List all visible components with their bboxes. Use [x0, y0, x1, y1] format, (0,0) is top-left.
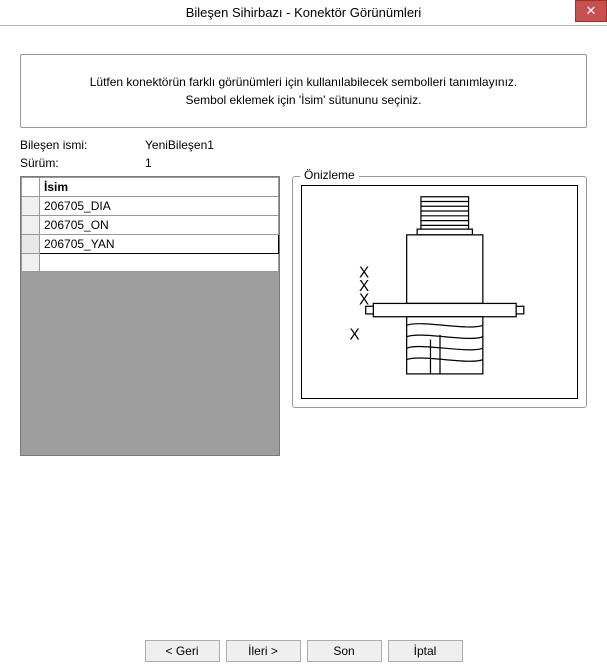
table-row[interactable]: 206705_ON [22, 216, 279, 235]
close-button[interactable]: ✕ [575, 0, 607, 22]
grid-header-name[interactable]: İsim [40, 178, 279, 197]
component-name-label: Bileşen ismi: [20, 138, 145, 152]
cell-name[interactable]: 206705_ON [40, 216, 279, 235]
preview-panel: X X X X [292, 176, 587, 408]
finish-button[interactable]: Son [307, 640, 382, 662]
preview-title: Önizleme [300, 168, 359, 182]
cell-name[interactable]: 206705_YAN [40, 235, 279, 254]
connector-side-view-icon: X X X X [320, 192, 560, 392]
instruction-line-2: Sembol eklemek için 'İsim' sütununu seçi… [41, 91, 566, 109]
symbols-grid[interactable]: İsim 206705_DIA 206705_ON 206705_YAN [20, 176, 280, 456]
cell-name[interactable]: 206705_DIA [40, 197, 279, 216]
svg-text:X: X [349, 327, 359, 344]
row-header[interactable] [22, 235, 40, 254]
preview-image: X X X X [301, 185, 578, 399]
version-value: 1 [145, 156, 152, 170]
close-icon: ✕ [586, 3, 597, 19]
row-header[interactable] [22, 254, 40, 272]
back-button[interactable]: < Geri [145, 640, 220, 662]
instructions-panel: Lütfen konektörün farklı görünümleri içi… [20, 54, 587, 128]
row-header[interactable] [22, 216, 40, 235]
table-row[interactable]: 206705_DIA [22, 197, 279, 216]
grid-corner [22, 178, 40, 197]
version-label: Sürüm: [20, 156, 145, 170]
window-title: Bileşen Sihirbazı - Konektör Görünümleri [0, 5, 607, 20]
component-name-value: YeniBileşen1 [145, 138, 214, 152]
instruction-line-1: Lütfen konektörün farklı görünümleri içi… [41, 73, 566, 91]
table-row-selected[interactable]: 206705_YAN [22, 235, 279, 254]
wizard-button-bar: < Geri İleri > Son İptal [0, 640, 607, 662]
row-header[interactable] [22, 197, 40, 216]
cancel-button[interactable]: İptal [388, 640, 463, 662]
cell-name[interactable] [40, 254, 279, 272]
table-row[interactable] [22, 254, 279, 272]
next-button[interactable]: İleri > [226, 640, 301, 662]
svg-text:X: X [359, 291, 369, 308]
